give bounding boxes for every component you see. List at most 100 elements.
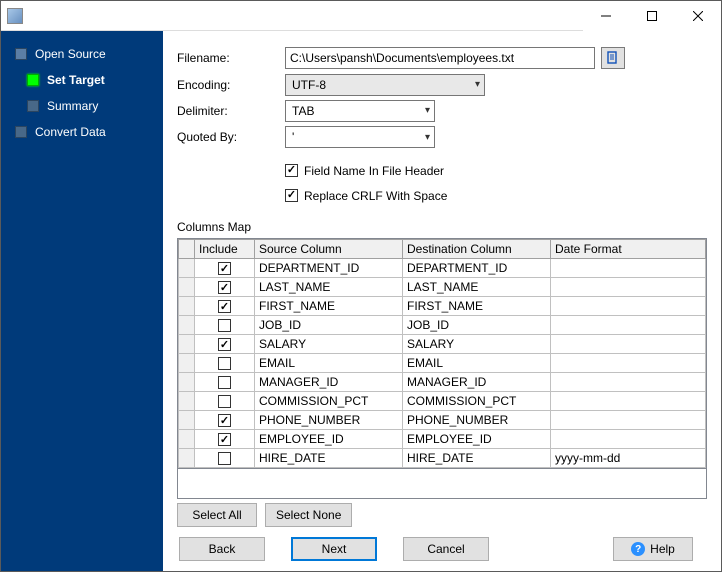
source-cell[interactable]: EMAIL bbox=[255, 354, 403, 373]
include-cell[interactable] bbox=[195, 259, 255, 278]
dest-cell[interactable]: COMMISSION_PCT bbox=[403, 392, 551, 411]
datefmt-cell[interactable] bbox=[551, 354, 706, 373]
encoding-combo[interactable]: UTF-8 ▾ bbox=[285, 74, 485, 96]
sidebar-item-label: Convert Data bbox=[35, 125, 106, 139]
sidebar-item-label: Set Target bbox=[47, 73, 105, 87]
include-checkbox[interactable] bbox=[218, 376, 231, 389]
include-cell[interactable] bbox=[195, 335, 255, 354]
dest-cell[interactable]: HIRE_DATE bbox=[403, 449, 551, 468]
include-checkbox[interactable] bbox=[218, 433, 231, 446]
source-cell[interactable]: JOB_ID bbox=[255, 316, 403, 335]
header-datefmt[interactable]: Date Format bbox=[551, 240, 706, 259]
include-cell[interactable] bbox=[195, 354, 255, 373]
datefmt-cell[interactable] bbox=[551, 259, 706, 278]
help-button[interactable]: ? Help bbox=[613, 537, 693, 561]
include-checkbox[interactable] bbox=[218, 262, 231, 275]
datefmt-cell[interactable] bbox=[551, 335, 706, 354]
quoted-combo[interactable]: ' ▾ bbox=[285, 126, 435, 148]
row-header[interactable] bbox=[179, 259, 195, 278]
dest-cell[interactable]: DEPARTMENT_ID bbox=[403, 259, 551, 278]
fieldname-checkbox[interactable] bbox=[285, 164, 298, 177]
close-button[interactable] bbox=[675, 1, 721, 31]
row-header[interactable] bbox=[179, 316, 195, 335]
dest-cell[interactable]: PHONE_NUMBER bbox=[403, 411, 551, 430]
minimize-button[interactable] bbox=[583, 1, 629, 31]
sidebar-item-convert-data[interactable]: Convert Data bbox=[1, 119, 163, 145]
titlebar bbox=[1, 1, 721, 31]
dest-cell[interactable]: MANAGER_ID bbox=[403, 373, 551, 392]
include-cell[interactable] bbox=[195, 278, 255, 297]
row-header[interactable] bbox=[179, 449, 195, 468]
delimiter-combo[interactable]: TAB ▾ bbox=[285, 100, 435, 122]
sidebar-item-summary[interactable]: Summary bbox=[1, 93, 163, 119]
table-row: FIRST_NAMEFIRST_NAME bbox=[179, 297, 706, 316]
sidebar-item-set-target[interactable]: Set Target bbox=[1, 67, 163, 93]
step-icon bbox=[15, 126, 27, 138]
source-cell[interactable]: MANAGER_ID bbox=[255, 373, 403, 392]
include-checkbox[interactable] bbox=[218, 357, 231, 370]
include-checkbox[interactable] bbox=[218, 338, 231, 351]
include-cell[interactable] bbox=[195, 430, 255, 449]
quoted-label: Quoted By: bbox=[177, 130, 285, 144]
include-cell[interactable] bbox=[195, 392, 255, 411]
next-button[interactable]: Next bbox=[291, 537, 377, 561]
filename-input[interactable] bbox=[285, 47, 595, 69]
maximize-button[interactable] bbox=[629, 1, 675, 31]
datefmt-cell[interactable] bbox=[551, 373, 706, 392]
source-cell[interactable]: COMMISSION_PCT bbox=[255, 392, 403, 411]
row-header[interactable] bbox=[179, 373, 195, 392]
step-icon bbox=[27, 100, 39, 112]
browse-button[interactable] bbox=[601, 47, 625, 69]
cancel-button[interactable]: Cancel bbox=[403, 537, 489, 561]
source-cell[interactable]: SALARY bbox=[255, 335, 403, 354]
datefmt-cell[interactable] bbox=[551, 278, 706, 297]
include-checkbox[interactable] bbox=[218, 452, 231, 465]
row-header[interactable] bbox=[179, 392, 195, 411]
include-cell[interactable] bbox=[195, 411, 255, 430]
source-cell[interactable]: FIRST_NAME bbox=[255, 297, 403, 316]
select-none-button[interactable]: Select None bbox=[265, 503, 352, 527]
header-include[interactable]: Include bbox=[195, 240, 255, 259]
row-header[interactable] bbox=[179, 335, 195, 354]
source-cell[interactable]: PHONE_NUMBER bbox=[255, 411, 403, 430]
source-cell[interactable]: EMPLOYEE_ID bbox=[255, 430, 403, 449]
sidebar-item-label: Open Source bbox=[35, 47, 106, 61]
header-dest[interactable]: Destination Column bbox=[403, 240, 551, 259]
select-all-button[interactable]: Select All bbox=[177, 503, 257, 527]
row-header[interactable] bbox=[179, 430, 195, 449]
dest-cell[interactable]: EMAIL bbox=[403, 354, 551, 373]
sidebar-item-open-source[interactable]: Open Source bbox=[1, 41, 163, 67]
source-cell[interactable]: HIRE_DATE bbox=[255, 449, 403, 468]
dest-cell[interactable]: EMPLOYEE_ID bbox=[403, 430, 551, 449]
header-source[interactable]: Source Column bbox=[255, 240, 403, 259]
row-header[interactable] bbox=[179, 297, 195, 316]
dest-cell[interactable]: LAST_NAME bbox=[403, 278, 551, 297]
datefmt-cell[interactable] bbox=[551, 316, 706, 335]
row-header[interactable] bbox=[179, 354, 195, 373]
row-header[interactable] bbox=[179, 411, 195, 430]
datefmt-cell[interactable] bbox=[551, 430, 706, 449]
include-checkbox[interactable] bbox=[218, 395, 231, 408]
dest-cell[interactable]: FIRST_NAME bbox=[403, 297, 551, 316]
datefmt-cell[interactable] bbox=[551, 411, 706, 430]
row-header[interactable] bbox=[179, 278, 195, 297]
datefmt-cell[interactable]: yyyy-mm-dd bbox=[551, 449, 706, 468]
source-cell[interactable]: LAST_NAME bbox=[255, 278, 403, 297]
columns-map-grid: Include Source Column Destination Column… bbox=[177, 238, 707, 469]
include-cell[interactable] bbox=[195, 449, 255, 468]
include-checkbox[interactable] bbox=[218, 281, 231, 294]
back-button[interactable]: Back bbox=[179, 537, 265, 561]
include-cell[interactable] bbox=[195, 297, 255, 316]
include-checkbox[interactable] bbox=[218, 414, 231, 427]
include-checkbox[interactable] bbox=[218, 319, 231, 332]
table-row: PHONE_NUMBERPHONE_NUMBER bbox=[179, 411, 706, 430]
replace-crlf-checkbox[interactable] bbox=[285, 189, 298, 202]
datefmt-cell[interactable] bbox=[551, 392, 706, 411]
datefmt-cell[interactable] bbox=[551, 297, 706, 316]
dest-cell[interactable]: SALARY bbox=[403, 335, 551, 354]
source-cell[interactable]: DEPARTMENT_ID bbox=[255, 259, 403, 278]
dest-cell[interactable]: JOB_ID bbox=[403, 316, 551, 335]
include-checkbox[interactable] bbox=[218, 300, 231, 313]
include-cell[interactable] bbox=[195, 316, 255, 335]
include-cell[interactable] bbox=[195, 373, 255, 392]
